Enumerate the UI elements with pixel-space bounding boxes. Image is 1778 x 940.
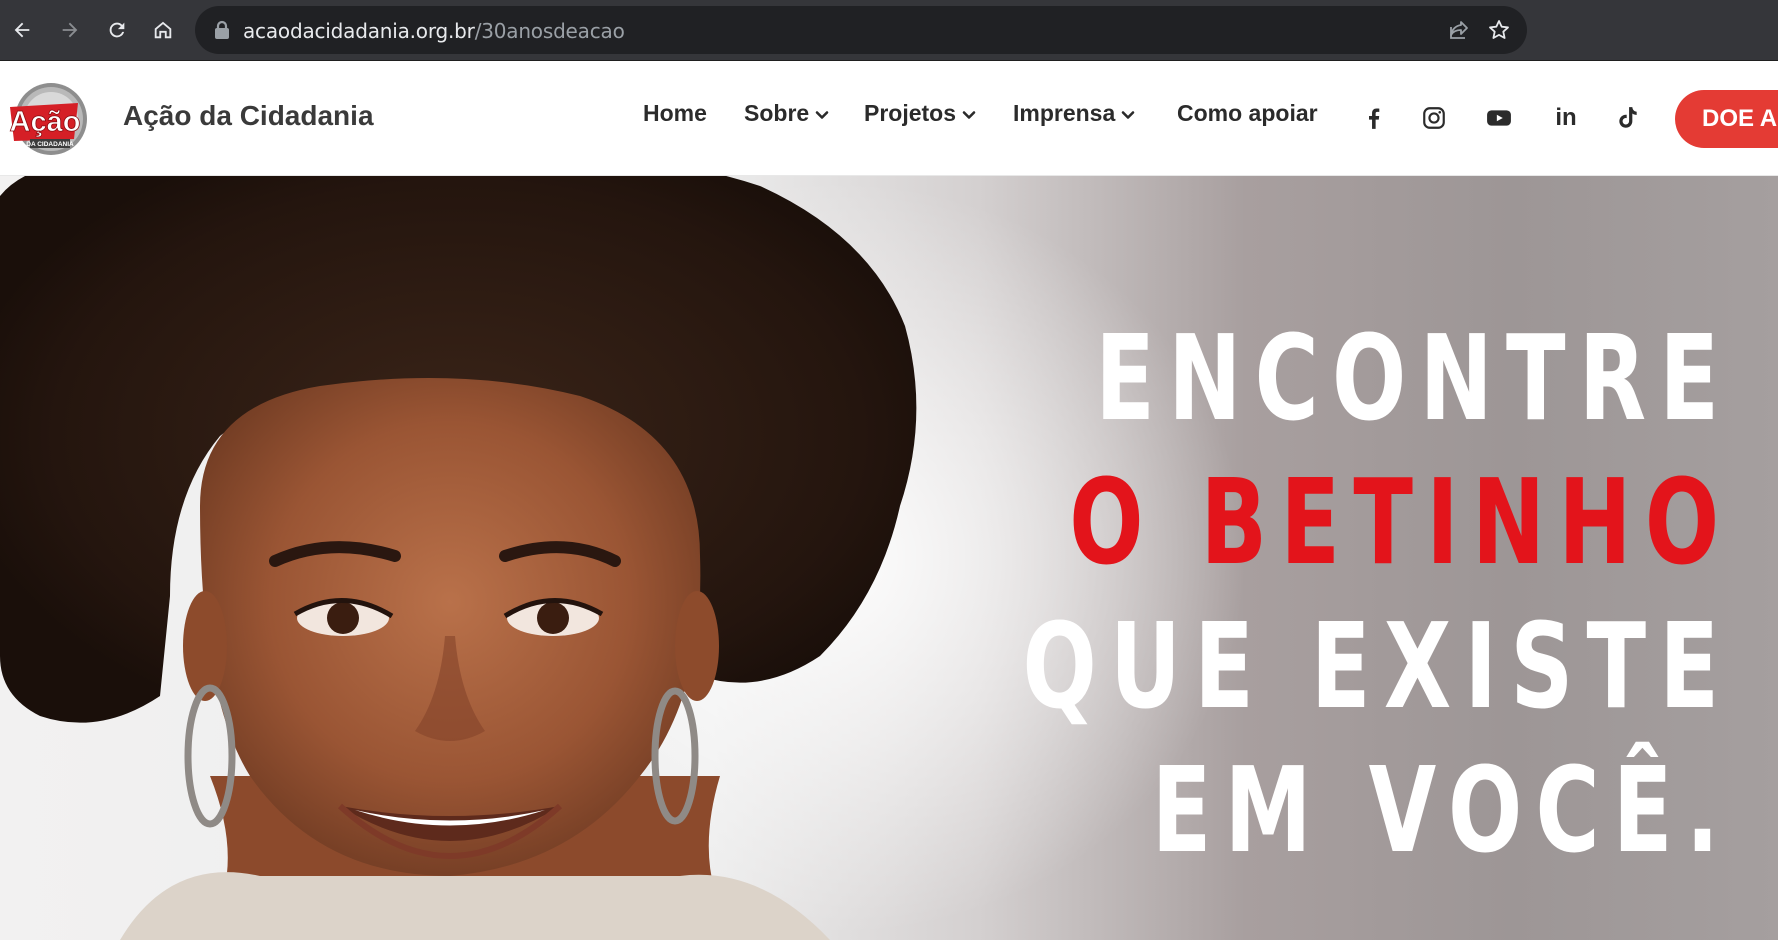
nav-label: Home [643, 100, 707, 126]
social-tiktok[interactable] [1614, 104, 1642, 132]
social-linkedin[interactable]: in [1552, 104, 1580, 132]
donate-button[interactable]: DOE A [1675, 90, 1778, 148]
linkedin-icon: in [1555, 104, 1577, 131]
youtube-icon [1487, 110, 1511, 126]
nav-label: Sobre [744, 100, 810, 126]
nav-projetos[interactable]: Projetos [864, 100, 976, 127]
url-domain: acaodacidadania.org.br [243, 19, 475, 43]
back-button[interactable] [4, 12, 40, 48]
home-button[interactable] [145, 12, 181, 48]
brand-name[interactable]: Ação da Cidadania [123, 100, 374, 132]
chevron-down-icon [815, 110, 829, 119]
forward-icon [62, 22, 78, 38]
reload-button[interactable] [99, 12, 135, 48]
headline-line-4: EM VOCÊ. [1151, 741, 1732, 879]
browser-toolbar: acaodacidadania.org.br/30anosdeacao [0, 0, 1778, 61]
hero-banner: ENCONTRE O BETINHO QUE EXISTE EM VOCÊ. [0, 176, 1778, 940]
nav-sobre[interactable]: Sobre [744, 100, 829, 127]
nav-home[interactable]: Home [643, 100, 707, 127]
nav-label: Como apoiar [1177, 100, 1318, 126]
back-icon [14, 22, 30, 38]
headline-line-1: ENCONTRE [1094, 309, 1732, 447]
chevron-down-icon [962, 110, 976, 119]
reload-icon [109, 22, 125, 38]
nav-label: Projetos [864, 100, 957, 126]
social-instagram[interactable] [1420, 104, 1448, 132]
share-icon[interactable] [1447, 18, 1471, 42]
facebook-icon [1369, 108, 1380, 129]
forward-button[interactable] [52, 12, 88, 48]
headline-line-3: QUE EXISTE [1022, 597, 1732, 735]
nav-label: Imprensa [1013, 100, 1116, 126]
bookmark-star-icon[interactable] [1487, 18, 1511, 42]
address-bar[interactable]: acaodacidadania.org.br/30anosdeacao [195, 6, 1527, 54]
nav-como-apoiar[interactable]: Como apoiar [1177, 100, 1318, 127]
headline-line-2: O BETINHO [1068, 453, 1732, 591]
hero-headline: ENCONTRE O BETINHO QUE EXISTE EM VOCÊ. [773, 306, 1719, 882]
url-text: acaodacidadania.org.br/30anosdeacao [243, 19, 625, 43]
svg-text:DA CIDADANIA: DA CIDADANIA [26, 141, 74, 148]
acao-logo-icon: Ação DA CIDADANIA [9, 83, 87, 155]
chevron-down-icon [1121, 110, 1135, 119]
nav-imprensa[interactable]: Imprensa [1013, 100, 1135, 127]
social-facebook[interactable] [1360, 104, 1388, 132]
site-header: Ação DA CIDADANIA Ação da Cidadania Home… [0, 62, 1778, 176]
home-icon [154, 21, 172, 39]
svg-text:Ação: Ação [10, 106, 81, 138]
tiktok-icon [1619, 107, 1637, 128]
instagram-icon [1423, 107, 1445, 129]
social-youtube[interactable] [1485, 104, 1513, 132]
site-logo[interactable]: Ação DA CIDADANIA [8, 81, 94, 157]
url-path: /30anosdeacao [474, 19, 625, 43]
lock-icon[interactable] [213, 20, 231, 40]
